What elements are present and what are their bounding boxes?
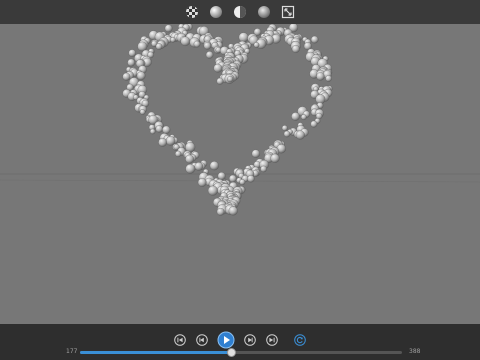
particle-sphere [165,136,176,146]
sphere-material-icon [210,6,222,18]
expand-view-button[interactable] [279,3,297,21]
particle-sphere [209,161,219,171]
start-frame-label: 177 [66,348,78,355]
timeline-slider[interactable] [80,348,402,357]
step-back-button[interactable] [194,332,210,348]
particle-sphere [136,71,146,81]
loop-button[interactable] [292,332,308,348]
particle-sphere [175,150,182,158]
particle-sphere [270,153,280,163]
particle-sphere [122,72,131,81]
particle-sphere [291,45,300,53]
shaded-sphere-icon [258,6,270,18]
play-icon [217,331,235,349]
play-button[interactable] [216,330,236,350]
particle-sphere [251,149,260,158]
half-lit-sphere-icon [234,6,246,18]
sphere-material-button[interactable] [207,3,225,21]
loop-icon [294,334,306,346]
end-frame-label: 388 [409,348,421,355]
skip-to-end-icon [266,334,278,346]
particle-sphere [300,114,307,120]
particle-sphere [325,75,332,82]
step-forward-button[interactable] [242,332,258,348]
particle-sphere [158,138,167,147]
top-toolbar [0,0,480,24]
shaded-sphere-button[interactable] [255,3,273,21]
particle-sphere [316,72,325,81]
particle-sphere [247,175,255,183]
particle-sphere [139,109,146,115]
particle-sphere [207,185,218,196]
particle-sphere [185,154,194,164]
viewport-canvas [0,24,480,216]
particle-sphere [283,130,291,138]
particle-sphere [205,51,214,59]
particle-sphere [310,35,319,44]
step-forward-icon [244,334,256,346]
half-lit-sphere-button[interactable] [231,3,249,21]
particle-sphere [281,125,288,132]
step-back-icon [196,334,208,346]
particle-sphere [128,49,136,57]
particle-sphere [291,112,300,121]
particle-sphere [180,36,191,47]
particle-sphere [238,32,249,43]
particle-sphere [185,142,196,153]
particle-sphere [197,178,207,187]
particle-sphere [164,24,173,33]
skip-to-start-button[interactable] [172,332,188,348]
particle-sphere [253,42,260,48]
particle-sphere [213,63,223,73]
particle-sphere [216,77,224,85]
expand-view-icon [281,5,295,19]
particle-sphere [155,125,163,133]
particle-sphere [228,206,238,216]
particle-sphere [203,42,212,50]
particle-sphere [185,163,196,174]
particle-sphere [260,165,267,173]
particle-sphere [229,174,237,183]
heart-particle-cloud [122,24,333,216]
timeline-progress [80,351,232,354]
particle-sphere [295,130,305,140]
particle-sphere [149,128,156,135]
skip-to-start-icon [174,334,186,346]
particle-sphere [216,207,225,216]
checker-material-icon [186,6,198,18]
particle-sphere [217,172,226,180]
particle-sphere [170,37,176,43]
particle-sphere [227,76,234,83]
checker-material-button[interactable] [183,3,201,21]
particle-sphere [127,58,136,67]
particle-sphere [155,43,163,50]
particle-sphere [162,125,171,134]
skip-to-end-button[interactable] [264,332,280,348]
particle-sphere [310,120,318,128]
particle-sphere [194,162,204,171]
3d-viewport[interactable] [0,24,480,324]
material-toolbar [0,3,480,21]
particle-sphere [193,40,201,48]
particle-sphere [239,179,246,186]
